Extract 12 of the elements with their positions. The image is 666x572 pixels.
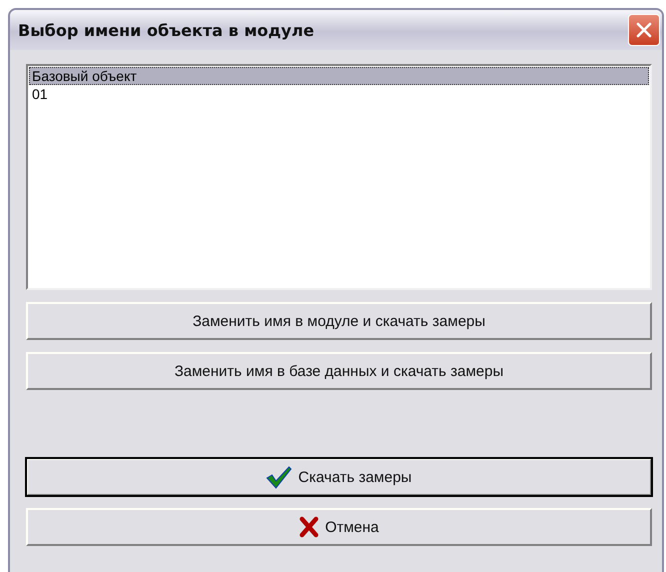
close-icon	[636, 22, 652, 38]
list-item[interactable]: 01	[29, 85, 649, 103]
replace-button[interactable]: Заменить имя в базе данных и скачать замеры	[26, 352, 652, 390]
download-button[interactable]: Скачать замеры	[26, 458, 652, 496]
close-button[interactable]	[628, 14, 660, 46]
object-list[interactable]: Базовый объект 01	[26, 64, 652, 290]
replace-button[interactable]: Заменить имя в модуле и скачать замеры	[26, 302, 652, 340]
cancel-button[interactable]: Отмена	[26, 508, 652, 546]
list-item[interactable]: Базовый объект	[29, 67, 649, 85]
checkmark-icon	[266, 465, 292, 489]
window-title: Выбор имени объекта в модуле	[18, 20, 314, 40]
cross-icon	[299, 516, 320, 538]
